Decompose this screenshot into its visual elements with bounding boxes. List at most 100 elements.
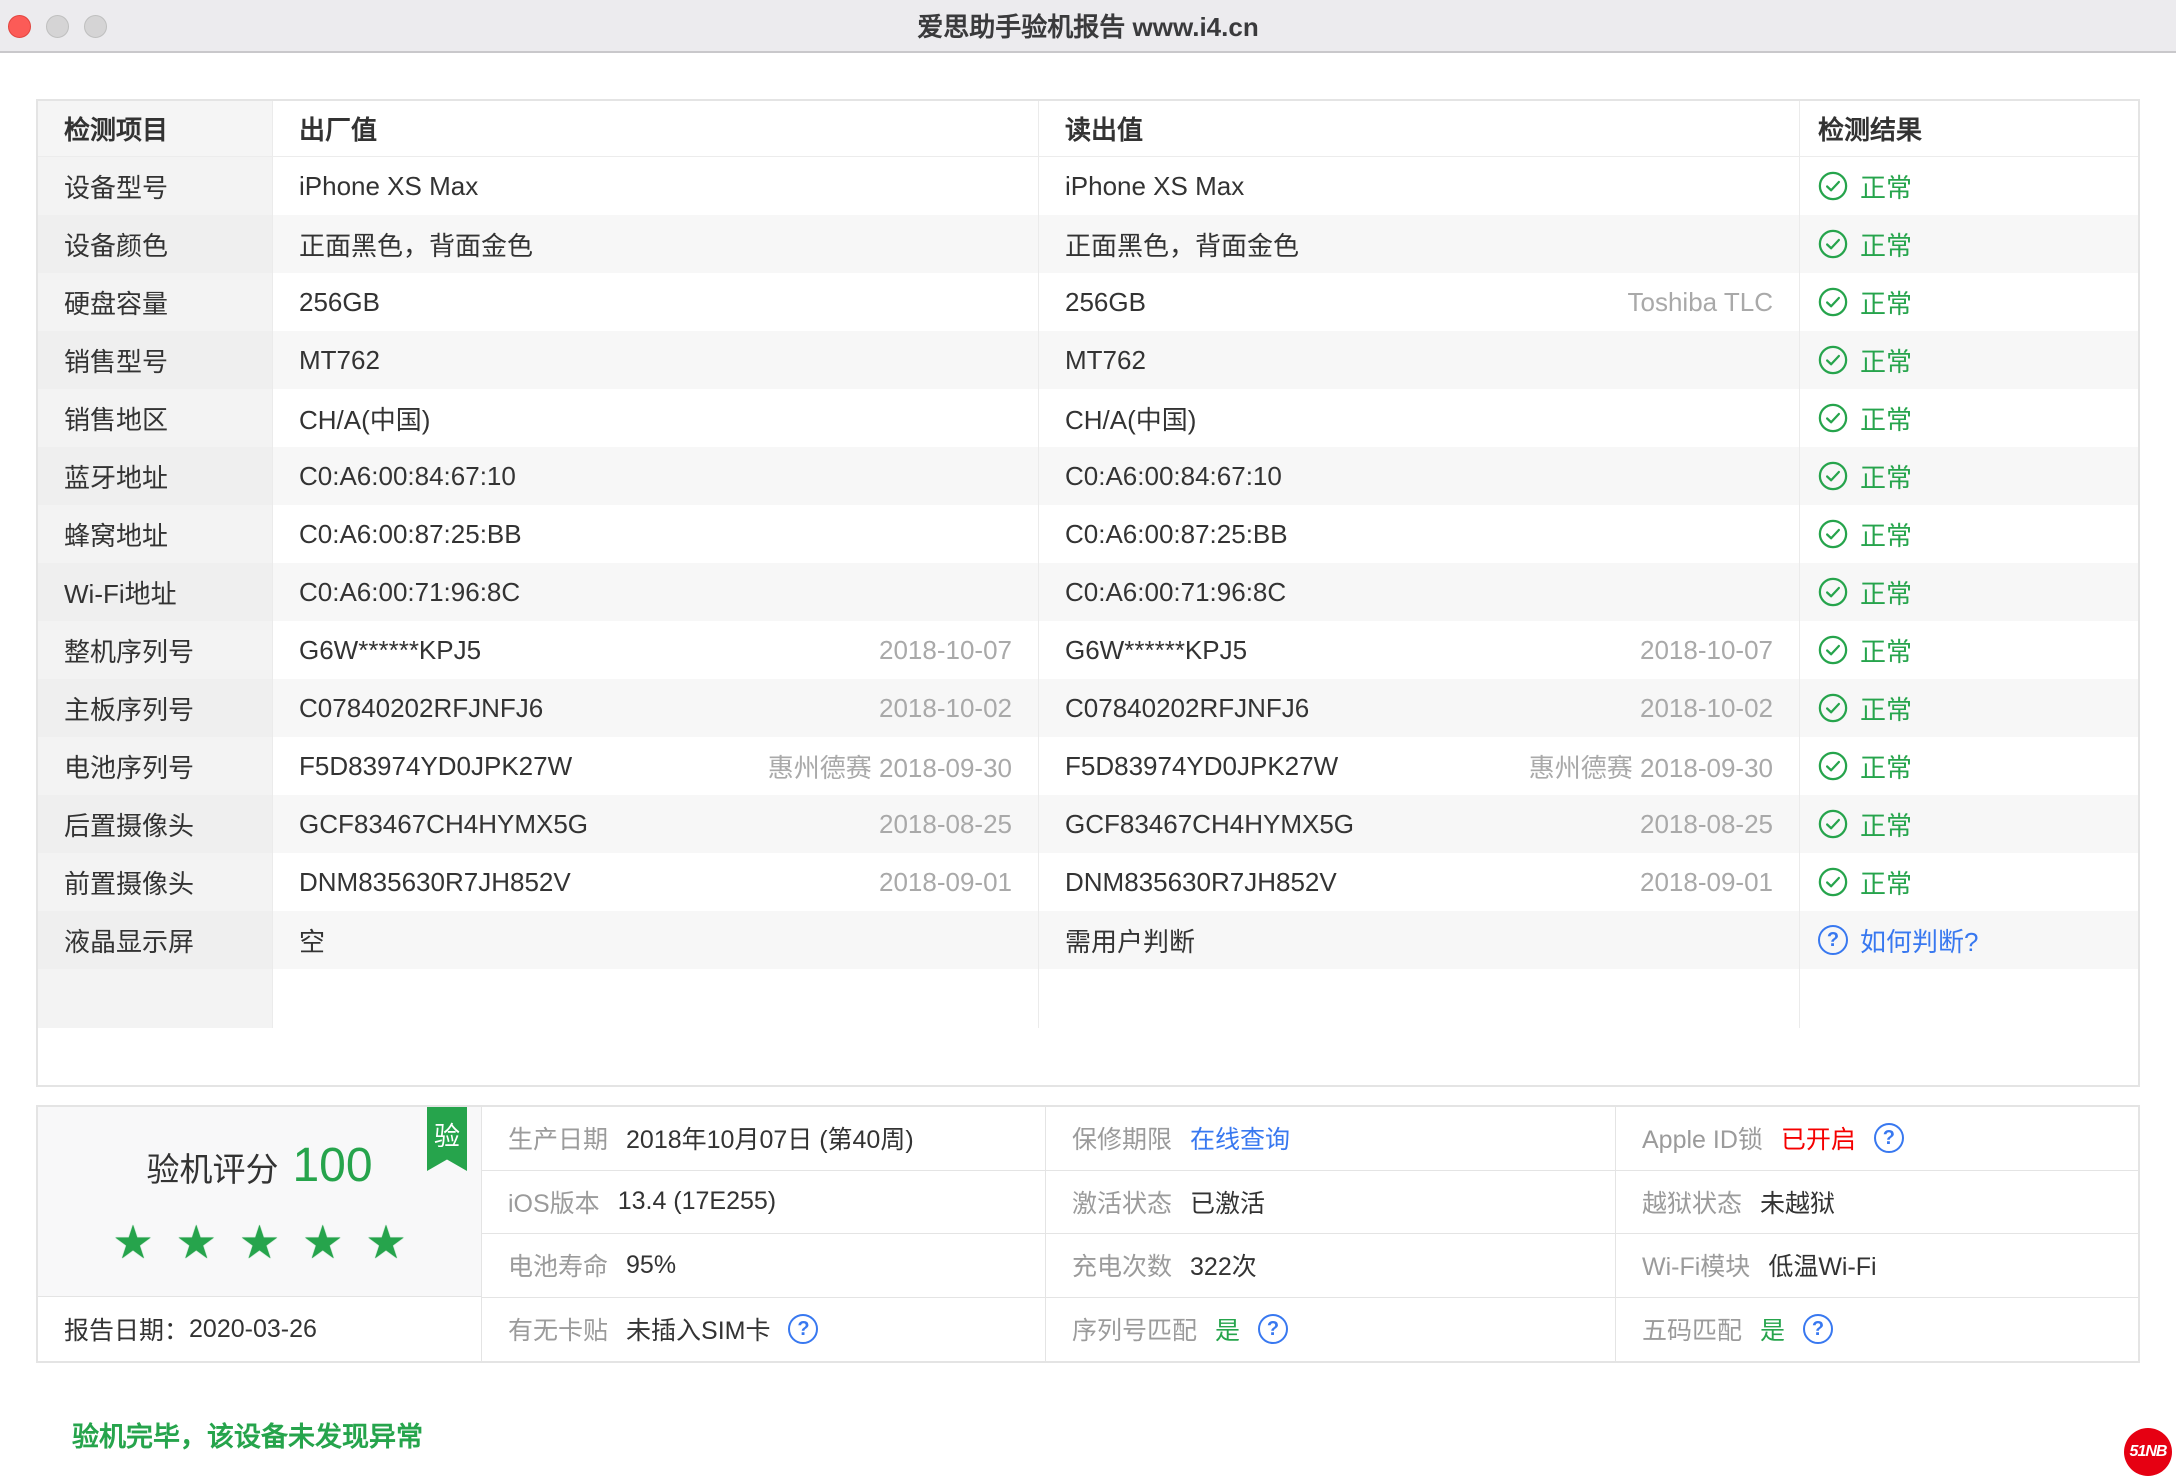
help-icon[interactable]: ? xyxy=(1874,1123,1904,1153)
read-note: 2018-10-02 xyxy=(1640,693,1773,724)
table-row: 蜂窝地址 C0:A6:00:87:25:BB C0:A6:00:87:25:BB… xyxy=(38,505,2138,563)
check-circle-icon xyxy=(1818,635,1848,665)
item-label: 整机序列号 xyxy=(38,621,273,679)
read-value: CH/A(中国) xyxy=(1065,400,1196,437)
result-label: 正常 xyxy=(1860,806,1912,843)
factory-value: C0:A6:00:87:25:BB xyxy=(299,519,522,550)
charge-count-value: 322次 xyxy=(1190,1247,1257,1283)
read-value: C0:A6:00:84:67:10 xyxy=(1065,461,1282,492)
production-date-value: 2018年10月07日 (第40周) xyxy=(626,1120,914,1156)
jailbreak-status-value: 未越狱 xyxy=(1760,1184,1835,1220)
report-page: 检测项目 出厂值 读出值 检测结果 设备型号 iPhone XS Max iPh… xyxy=(0,53,2176,1454)
result-label: 正常 xyxy=(1860,168,1912,205)
table-row: 设备型号 iPhone XS Max iPhone XS Max 正常 xyxy=(38,157,2138,215)
result-label: 正常 xyxy=(1860,516,1912,553)
empty-row xyxy=(38,969,2138,1028)
help-icon[interactable]: ? xyxy=(1258,1314,1288,1344)
battery-life-value: 95% xyxy=(626,1251,676,1280)
factory-value: CH/A(中国) xyxy=(299,400,430,437)
question-circle-icon[interactable]: ? xyxy=(1818,925,1848,955)
result-label: 正常 xyxy=(1860,632,1912,669)
read-value: iPhone XS Max xyxy=(1065,171,1244,202)
check-circle-icon xyxy=(1818,461,1848,491)
score-cell: 验 验机评分 100 ★★★★★ xyxy=(38,1107,481,1297)
window-titlebar: 爱思助手验机报告 www.i4.cn xyxy=(0,0,2176,53)
check-circle-icon xyxy=(1818,809,1848,839)
read-value: 256GB xyxy=(1065,287,1146,318)
help-icon[interactable]: ? xyxy=(1803,1314,1833,1344)
check-circle-icon xyxy=(1818,171,1848,201)
table-row: 前置摄像头 DNM835630R7JH852V2018-09-01 DNM835… xyxy=(38,853,2138,911)
verification-complete-message: 验机完毕，该设备未发现异常 xyxy=(72,1415,2140,1454)
five-code-match-label: 五码匹配 xyxy=(1642,1311,1742,1347)
score-label: 验机评分 xyxy=(146,1143,278,1191)
factory-note: 2018-10-07 xyxy=(879,635,1012,666)
close-button[interactable] xyxy=(8,15,31,38)
report-date: 报告日期： 2020-03-26 xyxy=(38,1297,481,1361)
table-row: 硬盘容量 256GB 256GBToshiba TLC 正常 xyxy=(38,273,2138,331)
table-row: 销售型号 MT762 MT762 正常 xyxy=(38,331,2138,389)
table-row: Wi-Fi地址 C0:A6:00:71:96:8C C0:A6:00:71:96… xyxy=(38,563,2138,621)
table-row: 液晶显示屏 空 需用户判断 ?如何判断? xyxy=(38,911,2138,969)
factory-value: G6W******KPJ5 xyxy=(299,635,481,666)
item-label: 销售地区 xyxy=(38,389,273,447)
factory-value: C07840202RFJNFJ6 xyxy=(299,693,543,724)
zoom-button[interactable] xyxy=(84,15,107,38)
result-label: 正常 xyxy=(1860,690,1912,727)
factory-value: 256GB xyxy=(299,287,380,318)
table-row: 设备颜色 正面黑色，背面金色 正面黑色，背面金色 正常 xyxy=(38,215,2138,273)
read-note: 2018-08-25 xyxy=(1640,809,1773,840)
charge-count-label: 充电次数 xyxy=(1072,1247,1172,1283)
result-label: 正常 xyxy=(1860,458,1912,495)
item-label: 前置摄像头 xyxy=(38,853,273,911)
help-icon[interactable]: ? xyxy=(788,1314,818,1344)
warranty-query-link[interactable]: 在线查询 xyxy=(1190,1120,1290,1156)
factory-value: DNM835630R7JH852V xyxy=(299,867,571,898)
item-label: 液晶显示屏 xyxy=(38,911,273,969)
factory-note: 2018-10-02 xyxy=(879,693,1012,724)
header-read: 读出值 xyxy=(1039,101,1800,156)
result-label: 正常 xyxy=(1860,400,1912,437)
factory-value: F5D83974YD0JPK27W xyxy=(299,751,572,782)
item-label: 电池序列号 xyxy=(38,737,273,795)
apple-id-lock-label: Apple ID锁 xyxy=(1642,1120,1763,1156)
check-circle-icon xyxy=(1818,693,1848,723)
check-circle-icon xyxy=(1818,519,1848,549)
sim-sticker-label: 有无卡贴 xyxy=(508,1311,608,1347)
how-to-judge-link[interactable]: 如何判断? xyxy=(1860,922,1978,959)
read-note: 2018-09-01 xyxy=(1640,867,1773,898)
table-row: 蓝牙地址 C0:A6:00:84:67:10 C0:A6:00:84:67:10… xyxy=(38,447,2138,505)
verification-table: 检测项目 出厂值 读出值 检测结果 设备型号 iPhone XS Max iPh… xyxy=(36,99,2140,1087)
table-header-row: 检测项目 出厂值 读出值 检测结果 xyxy=(38,101,2138,157)
item-label: Wi-Fi地址 xyxy=(38,563,273,621)
table-row: 整机序列号 G6W******KPJ52018-10-07 G6W******K… xyxy=(38,621,2138,679)
ios-version-label: iOS版本 xyxy=(508,1184,600,1220)
factory-value: 正面黑色，背面金色 xyxy=(299,226,533,263)
result-label: 正常 xyxy=(1860,864,1912,901)
check-circle-icon xyxy=(1818,867,1848,897)
table-row: 电池序列号 F5D83974YD0JPK27W惠州德赛 2018-09-30 F… xyxy=(38,737,2138,795)
check-circle-icon xyxy=(1818,577,1848,607)
minimize-button[interactable] xyxy=(46,15,69,38)
result-label: 正常 xyxy=(1860,342,1912,379)
read-note: Toshiba TLC xyxy=(1628,287,1774,318)
jailbreak-status-label: 越狱状态 xyxy=(1642,1184,1742,1220)
wifi-module-value: 低温Wi-Fi xyxy=(1768,1247,1876,1283)
traffic-lights xyxy=(8,15,107,38)
read-value: MT762 xyxy=(1065,345,1146,376)
ios-version-value: 13.4 (17E255) xyxy=(618,1187,776,1216)
table-row: 销售地区 CH/A(中国) CH/A(中国) 正常 xyxy=(38,389,2138,447)
item-label: 后置摄像头 xyxy=(38,795,273,853)
header-item: 检测项目 xyxy=(38,101,273,156)
read-value: C0:A6:00:71:96:8C xyxy=(1065,577,1286,608)
factory-note: 惠州德赛 2018-09-30 xyxy=(768,748,1012,785)
score-value: 100 xyxy=(292,1138,372,1193)
check-circle-icon xyxy=(1818,403,1848,433)
serial-match-label: 序列号匹配 xyxy=(1072,1311,1197,1347)
51nb-logo: 51NB xyxy=(2124,1428,2172,1476)
item-label: 设备颜色 xyxy=(38,215,273,273)
item-label: 主板序列号 xyxy=(38,679,273,737)
summary-column-1: 生产日期2018年10月07日 (第40周) iOS版本13.4 (17E255… xyxy=(482,1107,1046,1361)
star-rating-icon: ★★★★★ xyxy=(112,1219,428,1265)
factory-value: C0:A6:00:71:96:8C xyxy=(299,577,520,608)
